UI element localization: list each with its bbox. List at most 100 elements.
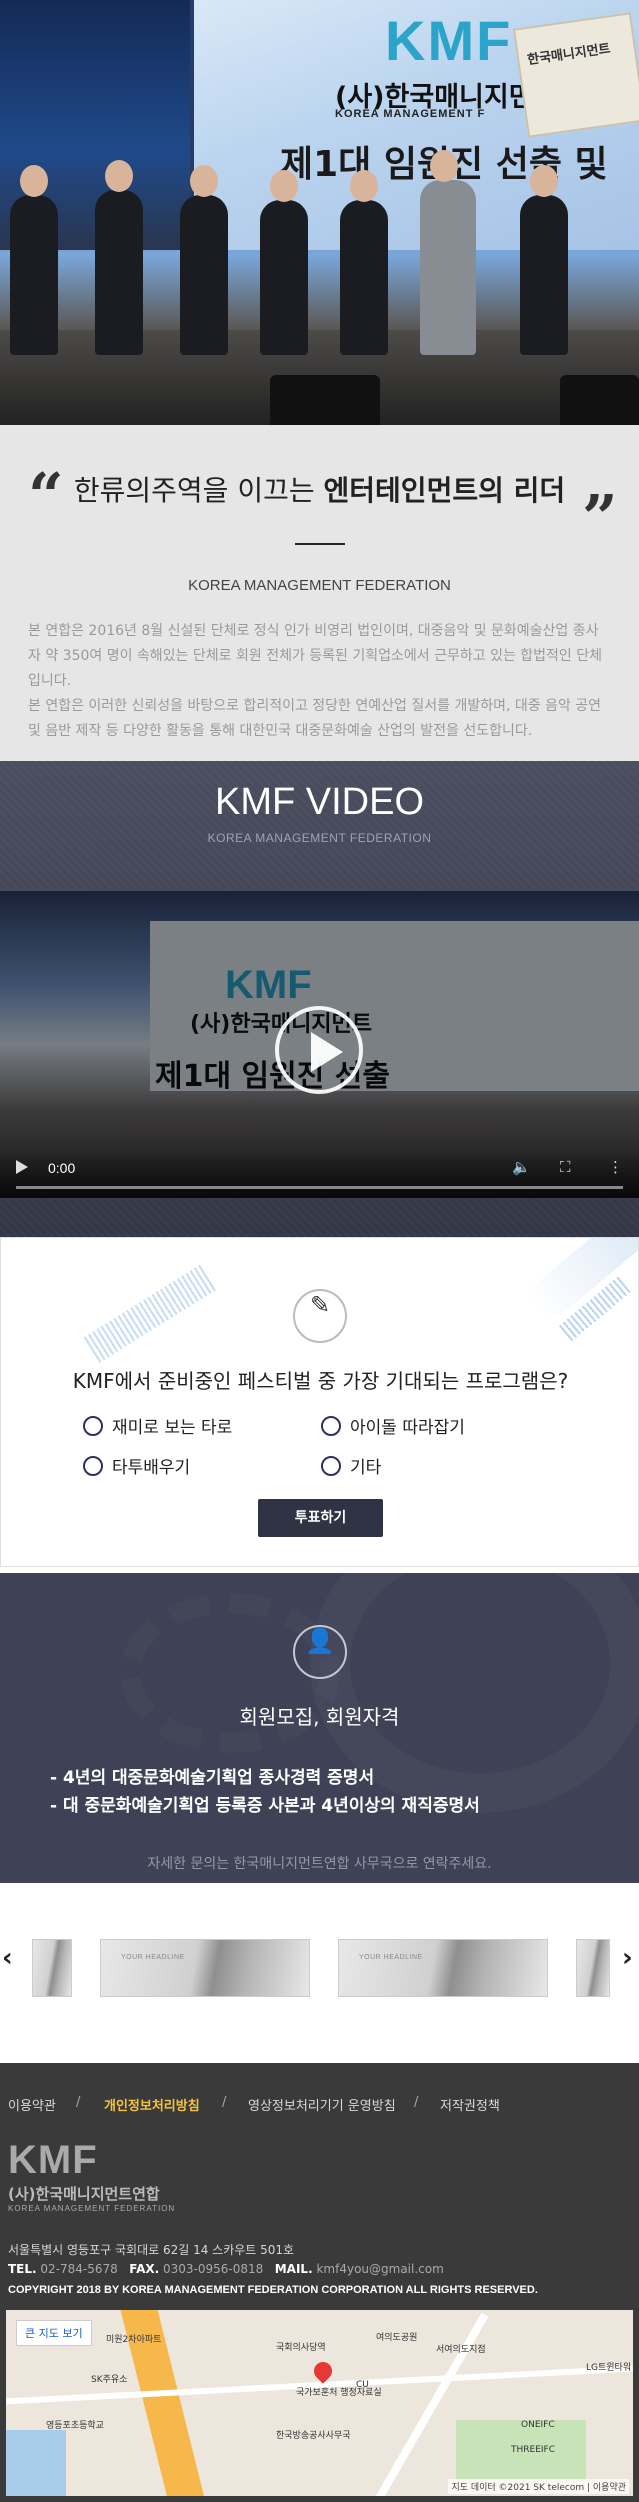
poll-question: KMF에서 준비중인 페스티벌 중 가장 기대되는 프로그램은? — [72, 1369, 569, 1393]
hero-photo: KMF (사)한국매니지먼트 KOREA MANAGEMENT F 제1대 임원… — [0, 0, 639, 425]
map-label: ONEIFC — [521, 2420, 555, 2430]
hero-person — [520, 165, 568, 355]
video-title: KMF VIDEO — [214, 781, 425, 823]
intro-heading-bold: 엔터테인먼트의 리더 — [323, 474, 566, 507]
intro-body-paragraph: 본 연합은 이러한 신뢰성을 바탕으로 합리적이고 정당한 연예산업 질서를 개… — [28, 698, 602, 739]
map-label: 국회의사당역 — [276, 2343, 326, 2353]
hero-person-flagbearer — [420, 150, 476, 355]
person-icon: 👤 — [293, 1625, 347, 1679]
intro-heading-plain: 한류의주역을 이끄는 — [73, 474, 324, 507]
video-section: KMF VIDEO KOREA MANAGEMENT FEDERATION KM… — [0, 761, 639, 1237]
footer-link-cctv-policy[interactable]: 영상정보처리기기 운영방침 — [248, 2095, 396, 2114]
map-credit[interactable]: 지도 데이터 ©2021 SK telecom | 이용약관 — [448, 2479, 629, 2494]
footer-separator: / — [222, 2095, 227, 2110]
more-options-icon[interactable]: ⋮ — [608, 1158, 626, 1176]
radio-button[interactable] — [83, 1455, 103, 1476]
map-label: 여의도공원 — [376, 2333, 418, 2343]
chevron-left-icon[interactable]: ‹ — [2, 1943, 13, 1973]
hero-person — [340, 170, 388, 355]
map-label: 한국방송공사사무국 — [276, 2431, 351, 2441]
poll-decoration — [83, 1263, 219, 1363]
quote-close-icon: ” — [582, 481, 618, 554]
membership-note: 자세한 문의는 한국매니지먼트연합 사무국으로 연락주세요. — [147, 1856, 492, 1872]
hero-flag: 한국매니지먼트 — [512, 12, 639, 138]
membership-title: 회원모집, 회원자격 — [239, 1705, 400, 1729]
hero-person — [95, 160, 143, 355]
membership-item: - 4년의 대중문화예술기획업 종사경력 증명서 — [50, 1768, 375, 1788]
hero-screen-logo: KMF — [385, 9, 513, 72]
poll-option-label: 아이돌 따라잡기 — [350, 1418, 465, 1438]
footer-logo-en: KOREA MANAGEMENT FEDERATION — [8, 2204, 176, 2213]
hero-person — [260, 170, 308, 355]
video-frame-logo: KMF — [225, 963, 312, 1007]
hero-speaker — [560, 375, 639, 425]
footer-logo-mark: KMF — [8, 2138, 98, 2182]
mail-value[interactable]: kmf4you@gmail.com — [316, 2262, 443, 2276]
vote-button[interactable]: 투표하기 — [258, 1499, 383, 1537]
map-water — [6, 2430, 66, 2496]
poll-option[interactable]: 타투배우기 — [83, 1453, 190, 1478]
partner-carousel: ‹ YOUR HEADLINE YOUR HEADLINE › — [0, 1883, 639, 2063]
video-player[interactable]: KMF (사)한국매니지먼트 제1대 임원진 선출 0:00 🔈 ⛶ ⋮ — [0, 891, 639, 1198]
footer-separator: / — [76, 2095, 81, 2110]
carousel-slide[interactable] — [576, 1939, 610, 1997]
video-subtitle: KOREA MANAGEMENT FEDERATION — [207, 831, 432, 845]
footer-logo: KMF (사)한국매니지먼트연합 KOREA MANAGEMENT FEDERA… — [8, 2138, 175, 2213]
footer-separator: / — [414, 2095, 419, 2110]
footer-link-privacy[interactable]: 개인정보처리방침 — [104, 2095, 200, 2114]
footer-logo-kr: (사)한국매니지먼트연합 — [8, 2185, 160, 2203]
footer-link-copyright[interactable]: 저작권정책 — [440, 2095, 500, 2114]
intro-heading: 한류의주역을 이끄는 엔터테인먼트의 리더 — [0, 469, 639, 509]
tel-label: TEL. — [8, 2262, 37, 2276]
poll-option-label: 재미로 보는 타로 — [112, 1418, 233, 1438]
intro-section: “ 한류의주역을 이끄는 엔터테인먼트의 리더 ” KOREA MANAGEME… — [0, 425, 639, 761]
poll-option[interactable]: 재미로 보는 타로 — [83, 1413, 232, 1438]
carousel-slide[interactable] — [32, 1939, 72, 1997]
fax-value: 0303-0956-0818 — [163, 2262, 264, 2276]
slide-headline: YOUR HEADLINE — [121, 1954, 185, 1961]
footer-link-terms[interactable]: 이용약관 — [8, 2095, 56, 2114]
big-map-button[interactable]: 큰 지도 보기 — [16, 2320, 92, 2346]
carousel-slide[interactable]: YOUR HEADLINE — [338, 1939, 548, 1997]
fullscreen-icon[interactable]: ⛶ — [560, 1158, 578, 1176]
map-label: 미원2차아파트 — [106, 2335, 162, 2345]
volume-icon[interactable]: 🔈 — [512, 1158, 531, 1176]
intro-body: 본 연합은 2016년 8월 신설된 단체로 정식 인가 비영리 법인이며, 대… — [28, 619, 611, 744]
video-time: 0:00 — [48, 1160, 76, 1176]
intro-divider — [295, 543, 345, 545]
poll-option[interactable]: 기타 — [321, 1453, 381, 1478]
footer-contact: TEL. 02-784-5678 FAX. 0303-0956-0818 MAI… — [8, 2262, 444, 2276]
map-label: SK주유소 — [91, 2375, 128, 2385]
play-button-icon[interactable] — [275, 1006, 363, 1094]
footer-nav: 이용약관 / 개인정보처리방침 / 영상정보처리기기 운영방침 / 저작권정책 — [0, 2095, 639, 2115]
location-map[interactable]: 큰 지도 보기 국회의사당역 여의도공원 국가보훈처 행정자료실 한국방송공사사… — [6, 2310, 633, 2496]
intro-subhead: KOREA MANAGEMENT FEDERATION — [188, 577, 451, 594]
hero-person — [10, 165, 58, 355]
hero-speaker — [270, 375, 380, 425]
footer-copyright: COPYRIGHT 2018 BY KOREA MANAGEMENT FEDER… — [8, 2284, 538, 2296]
fax-label: FAX. — [129, 2262, 160, 2276]
poll-option-label: 타투배우기 — [112, 1458, 191, 1478]
chevron-right-icon[interactable]: › — [622, 1943, 633, 1973]
membership-section: 👤 회원모집, 회원자격 - 4년의 대중문화예술기획업 종사경력 증명서 - … — [0, 1573, 639, 1883]
map-label: 서여의도지점 — [436, 2345, 486, 2355]
poll-option[interactable]: 아이돌 따라잡기 — [321, 1413, 465, 1438]
site-footer: 이용약관 / 개인정보처리방침 / 영상정보처리기기 운영방침 / 저작권정책 … — [0, 2063, 639, 2502]
radio-button[interactable] — [321, 1455, 341, 1476]
play-small-icon[interactable] — [16, 1160, 28, 1174]
slide-headline: YOUR HEADLINE — [359, 1954, 423, 1961]
radio-button[interactable] — [321, 1415, 341, 1436]
video-progress-track[interactable] — [16, 1186, 623, 1189]
membership-item: - 대 중문화예술기획업 등록증 사본과 4년이상의 재직증명서 — [50, 1796, 480, 1816]
poll-option-label: 기타 — [350, 1458, 382, 1478]
video-controls: 0:00 🔈 ⛶ ⋮ — [0, 1148, 639, 1198]
map-label: CU — [356, 2380, 369, 2390]
map-pin-icon[interactable] — [310, 2358, 336, 2384]
tel-value: 02-784-5678 — [40, 2262, 118, 2276]
radio-button[interactable] — [83, 1415, 103, 1436]
footer-address: 서울특별시 영등포구 국회대로 62길 14 스카우트 501호 — [8, 2243, 295, 2257]
intro-body-paragraph: 본 연합은 2016년 8월 신설된 단체로 정식 인가 비영리 법인이며, 대… — [28, 623, 603, 689]
hero-screen-org-en: KOREA MANAGEMENT F — [335, 108, 486, 120]
carousel-slide[interactable]: YOUR HEADLINE — [100, 1939, 310, 1997]
hero-person — [180, 165, 228, 355]
